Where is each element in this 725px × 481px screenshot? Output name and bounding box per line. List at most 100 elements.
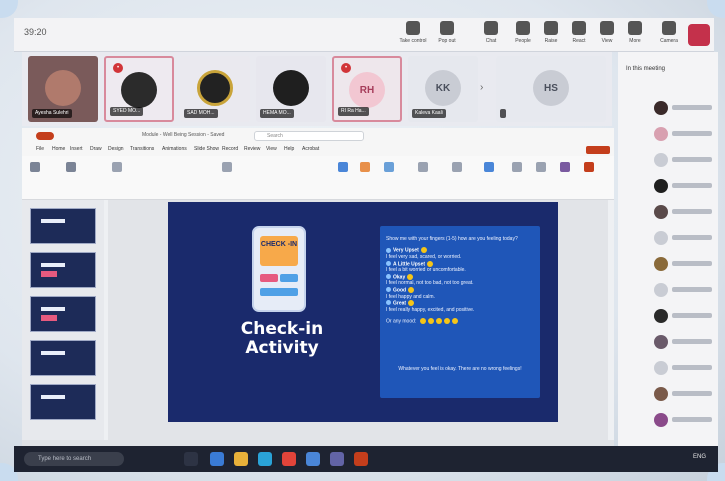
teams-icon[interactable]: [330, 452, 344, 466]
slide-thumbnail[interactable]: [30, 296, 96, 332]
people-list-item[interactable]: [654, 334, 714, 350]
slide-thumbnail[interactable]: [30, 384, 96, 420]
present-button[interactable]: [586, 146, 610, 154]
people-button[interactable]: People: [508, 21, 538, 44]
emoji-icon: [420, 247, 427, 254]
font-icon[interactable]: [112, 162, 122, 172]
view-button[interactable]: View: [592, 21, 622, 44]
mail-icon[interactable]: [306, 452, 320, 466]
mood-list: Show me with your fingers (1-5) how are …: [386, 236, 536, 325]
emoji-icon: [443, 318, 450, 325]
people-panel: In this meeting: [618, 52, 718, 452]
view-icon: [600, 21, 614, 35]
participant-tile[interactable]: • RH RI Ra Ha...: [332, 56, 402, 122]
taskbar-search-input[interactable]: Type here to search: [24, 452, 124, 466]
edge-icon[interactable]: [210, 452, 224, 466]
react-icon: [572, 21, 586, 35]
people-list-item[interactable]: [654, 100, 714, 116]
chevron-right-icon[interactable]: ›: [480, 82, 483, 93]
people-panel-header: In this meeting: [626, 66, 666, 72]
take-control-button[interactable]: Take control: [398, 21, 428, 44]
people-list-item[interactable]: [654, 256, 714, 272]
file-name: Module - Well Being Session - Saved: [142, 132, 225, 138]
slide-thumbnail[interactable]: [30, 208, 96, 244]
system-tray[interactable]: ENG: [693, 454, 706, 460]
leave-button[interactable]: [688, 24, 710, 46]
people-list-item[interactable]: [654, 204, 714, 220]
people-list-item[interactable]: [654, 230, 714, 246]
emoji-icon: [451, 318, 458, 325]
camera-button[interactable]: Camera: [654, 21, 684, 44]
participant-tile[interactable]: HEMA MO...: [256, 56, 326, 122]
shapes-icon[interactable]: [338, 162, 348, 172]
participant-tile[interactable]: SAD MOH...: [180, 56, 250, 122]
tab-record[interactable]: Record: [222, 146, 238, 152]
people-list-item[interactable]: [654, 178, 714, 194]
people-list-item[interactable]: [654, 152, 714, 168]
search-input[interactable]: Search: [254, 131, 364, 141]
more-button[interactable]: More: [620, 21, 650, 44]
mood-card: Show me with your fingers (1-5) how are …: [380, 226, 540, 398]
new-slide-icon[interactable]: [66, 162, 76, 172]
raise-hand-button[interactable]: Raise: [536, 21, 566, 44]
tab-draw[interactable]: Draw: [90, 146, 102, 152]
tab-slide-show[interactable]: Slide Show: [194, 146, 219, 152]
people-list-item[interactable]: [654, 126, 714, 142]
chrome-icon[interactable]: [282, 452, 296, 466]
arrange-icon[interactable]: [360, 162, 370, 172]
people-list-item[interactable]: [654, 412, 714, 428]
avatar: [654, 153, 668, 167]
slide-thumbnail[interactable]: [30, 340, 96, 376]
pop-out-button[interactable]: Pop out: [432, 21, 462, 44]
dictate-icon[interactable]: [484, 162, 494, 172]
participant-tile[interactable]: HS: [496, 56, 606, 122]
quick-styles-icon[interactable]: [384, 162, 394, 172]
participant-tile[interactable]: KK Kaleva Kaali: [408, 56, 478, 122]
replace-icon[interactable]: [452, 162, 462, 172]
powerpoint-icon[interactable]: [354, 452, 368, 466]
tab-design[interactable]: Design: [108, 146, 124, 152]
participant-name: [500, 109, 506, 118]
store-icon[interactable]: [258, 452, 272, 466]
people-list-item[interactable]: [654, 360, 714, 376]
tab-transitions[interactable]: Transitions: [130, 146, 154, 152]
paste-icon[interactable]: [30, 162, 40, 172]
avatar: [654, 257, 668, 271]
emoji-icon: [427, 260, 434, 267]
tab-animations[interactable]: Animations: [162, 146, 187, 152]
designer-icon[interactable]: [536, 162, 546, 172]
chat-button[interactable]: Chat: [476, 21, 506, 44]
tab-acrobat[interactable]: Acrobat: [302, 146, 319, 152]
adobe-icon[interactable]: [584, 162, 594, 172]
add-ins-icon[interactable]: [512, 162, 522, 172]
tab-home[interactable]: Home: [52, 146, 65, 152]
powerpoint-window: Module - Well Being Session - Saved Sear…: [22, 128, 614, 446]
current-slide[interactable]: CHECK -IN Check-in Activity Show me with…: [168, 202, 558, 422]
file-explorer-icon[interactable]: [234, 452, 248, 466]
people-list-item[interactable]: [654, 308, 714, 324]
tab-review[interactable]: Review: [244, 146, 260, 152]
autosave-toggle[interactable]: [36, 132, 54, 140]
participant-tile[interactable]: Ayesha Sulehri: [28, 56, 98, 122]
slide-thumbnail[interactable]: [30, 252, 96, 288]
participant-name: SYED MO...: [110, 107, 144, 116]
emoji-icon: [408, 299, 415, 306]
tab-view[interactable]: View: [266, 146, 277, 152]
avatar: [654, 309, 668, 323]
tab-insert[interactable]: Insert: [70, 146, 83, 152]
copilot-icon[interactable]: [560, 162, 570, 172]
people-list-item[interactable]: [654, 386, 714, 402]
task-view-icon[interactable]: [184, 452, 198, 466]
react-button[interactable]: React: [564, 21, 594, 44]
tab-file[interactable]: File: [36, 146, 44, 152]
find-icon[interactable]: [418, 162, 428, 172]
paragraph-icon[interactable]: [222, 162, 232, 172]
participant-tile[interactable]: • SYED MO...: [104, 56, 174, 122]
avatar: [654, 387, 668, 401]
bullet-icon: [386, 274, 391, 280]
people-list-item[interactable]: [654, 282, 714, 298]
emoji-icon: [435, 318, 442, 325]
avatar: [654, 413, 668, 427]
level-label: Great: [393, 300, 407, 307]
tab-help[interactable]: Help: [284, 146, 294, 152]
